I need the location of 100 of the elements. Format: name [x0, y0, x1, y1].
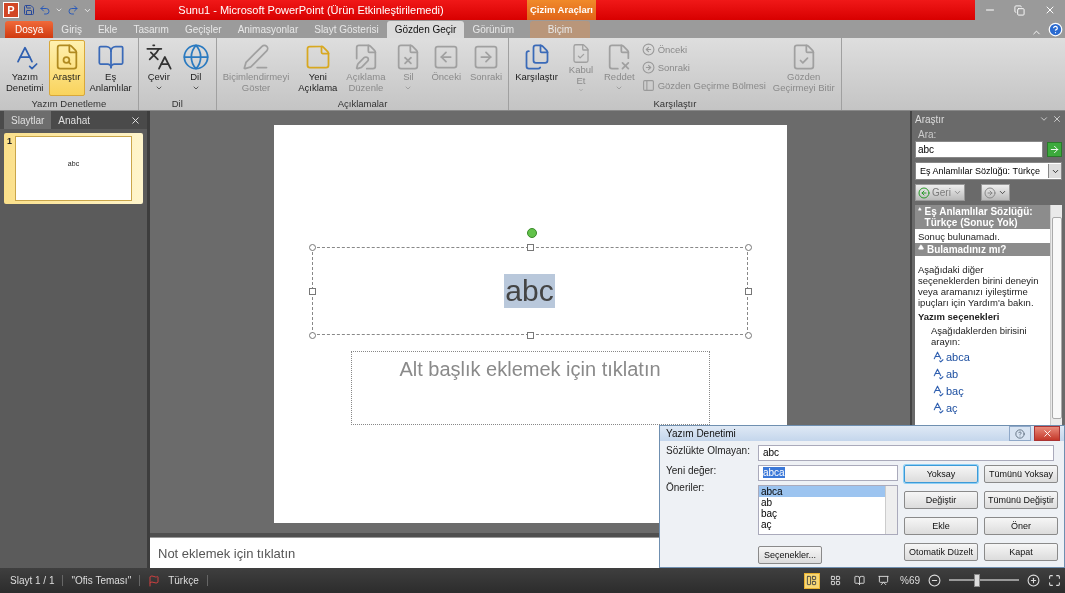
presentation-icon: [878, 575, 890, 586]
dialog-button[interactable]: Kapat: [984, 543, 1058, 561]
help-icon: [1015, 428, 1025, 439]
panel-tab[interactable]: Slaytlar: [4, 111, 52, 129]
result-text: Sonuç bulunamadı.: [917, 230, 1001, 243]
go-button[interactable]: [1047, 142, 1062, 157]
caret-icon: [952, 188, 962, 197]
redo-icon[interactable]: [67, 4, 79, 16]
caret-icon[interactable]: [1039, 114, 1049, 124]
field-label: Yeni değer:: [666, 465, 718, 476]
caret-icon: [997, 188, 1007, 197]
fit-icon[interactable]: [1048, 574, 1061, 587]
list-item[interactable]: baç: [759, 508, 885, 519]
arrow-left-icon: [918, 186, 930, 199]
arrow-right-icon: [1049, 144, 1060, 155]
window-title: Sunu1 - Microsoft PowerPoint (Ürün Etkinleştirilemedi): [177, 4, 445, 16]
slide-title: abc: [504, 274, 555, 308]
group-label: Yazım Denetleme: [30, 98, 108, 110]
panel-icon: [641, 79, 655, 92]
save-icon[interactable]: [23, 4, 35, 16]
zoom-level[interactable]: %69: [900, 575, 920, 586]
section-title: Yazım seçenekleri: [917, 310, 1001, 323]
resize-handle[interactable]: [744, 332, 752, 339]
resize-handle[interactable]: [308, 332, 316, 339]
suggestion-link[interactable]: ab: [915, 365, 1050, 382]
dialog-button[interactable]: Öner: [984, 517, 1058, 535]
field-label: Öneriler:: [666, 482, 706, 493]
suggestion-link[interactable]: aç: [915, 399, 1050, 416]
ribbon-button[interactable]: Araştır: [48, 40, 85, 96]
close-icon[interactable]: [1052, 114, 1062, 124]
panel-tab[interactable]: Anahat: [51, 111, 98, 129]
undo-icon[interactable]: [39, 4, 51, 16]
list-item[interactable]: ab: [759, 497, 885, 508]
close-button[interactable]: [1034, 426, 1060, 441]
group-label: Karşılaştır: [652, 98, 698, 110]
close-icon[interactable]: [130, 114, 141, 126]
help-button[interactable]: [1009, 426, 1031, 441]
app-logo: P: [3, 2, 19, 18]
close-icon: [1041, 428, 1053, 439]
spellcheck-icon: [931, 350, 944, 363]
slider-thumb[interactable]: [974, 574, 980, 587]
dialog-button[interactable]: Tümünü Değiştir: [984, 491, 1058, 509]
context-label: Çizim Araçları: [527, 0, 596, 20]
grid-icon: [830, 575, 842, 586]
field-label: Sözlükte Olmayan:: [666, 445, 751, 458]
book-icon: [854, 575, 866, 586]
resize-handle[interactable]: [526, 244, 534, 251]
dialog-title: Yazım Denetimi: [666, 428, 737, 439]
triangle-icon: [918, 206, 922, 212]
suggestion-link[interactable]: abca: [915, 348, 1050, 365]
ribbon-button[interactable]: Karşılaştır: [511, 40, 562, 96]
options-button[interactable]: Seçenekler...: [758, 546, 822, 564]
pane-title: Araştır: [915, 113, 946, 125]
resize-handle[interactable]: [744, 288, 752, 295]
suggestions-list[interactable]: abca ab baç aç: [758, 485, 898, 535]
ribbon-button[interactable]: Çevir: [140, 40, 177, 96]
dialog-button[interactable]: Ekle: [904, 517, 978, 535]
zoom-out-icon[interactable]: [928, 574, 941, 587]
slide-info: Slayt 1 / 1: [10, 575, 64, 586]
resize-handle[interactable]: [308, 244, 316, 251]
list-item[interactable]: abca: [759, 486, 885, 497]
dialog-button[interactable]: Tümünü Yoksay: [984, 465, 1058, 483]
dialog-button[interactable]: Otomatik Düzelt: [904, 543, 978, 561]
rotate-handle[interactable]: [526, 228, 537, 238]
restore-icon[interactable]: [1014, 4, 1026, 16]
search-label: Ara:: [918, 129, 938, 140]
resize-handle[interactable]: [526, 332, 534, 339]
arrow-right-icon: [641, 61, 655, 74]
hint-text: Aşağıdaklerden birisini arayın:: [930, 324, 1028, 348]
list-item[interactable]: aç: [759, 519, 885, 530]
ribbon-button[interactable]: Yazım Denetimi: [2, 40, 48, 96]
zoom-in-icon[interactable]: [1027, 574, 1040, 587]
word-field[interactable]: abc: [758, 445, 1054, 461]
spellcheck-icon: [931, 384, 944, 397]
suggestion-link[interactable]: baç: [915, 382, 1050, 399]
ribbon-button[interactable]: Dil: [177, 40, 214, 96]
forward-button[interactable]: [980, 184, 1010, 201]
dialog-button[interactable]: Değiştir: [904, 491, 978, 509]
caret-icon[interactable]: [55, 6, 63, 14]
resize-handle[interactable]: [744, 244, 752, 251]
ribbon-button[interactable]: Yeni Açıklama: [294, 40, 342, 96]
triangle-icon: [918, 244, 924, 250]
dialog-button[interactable]: Yoksay: [904, 465, 978, 483]
resize-handle[interactable]: [308, 288, 316, 295]
spellcheck-icon: [931, 367, 944, 380]
group-label: Açıklamalar: [336, 98, 389, 110]
source-dropdown[interactable]: Eş Anlamlılar Sözlüğü: Türkçe: [915, 162, 1062, 180]
view-button[interactable]: [804, 572, 820, 589]
slide-number: 1: [7, 136, 12, 148]
normal-view-icon: [806, 575, 818, 586]
scrollbar[interactable]: [885, 486, 897, 534]
help-icon[interactable]: [1048, 22, 1063, 37]
language[interactable]: Türkçe: [168, 575, 208, 586]
ribbon-tab[interactable]: Dosya: [5, 21, 54, 38]
flag-icon[interactable]: [148, 574, 161, 587]
new-value-field[interactable]: abca: [758, 465, 898, 481]
ribbon-button[interactable]: Eş Anlamlılar: [85, 40, 136, 96]
search-field[interactable]: abc: [915, 141, 1043, 158]
ribbon-tab[interactable]: Gözden Geçir: [386, 21, 465, 38]
group-label: Dil: [170, 98, 184, 110]
